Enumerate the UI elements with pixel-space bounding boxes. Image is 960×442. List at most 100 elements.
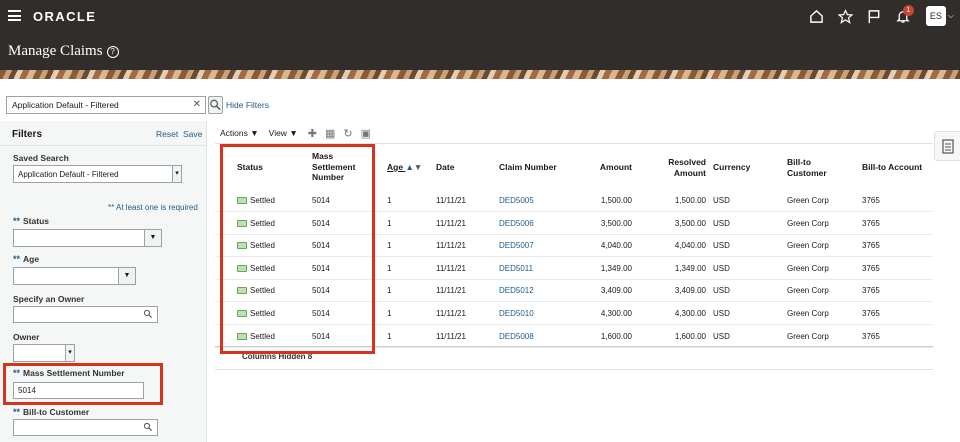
cell-bill-to-account: 3765 bbox=[862, 331, 880, 341]
sort-ascending-icon[interactable]: ▲ bbox=[405, 162, 413, 173]
column-header-bill-to-account[interactable]: Bill-to Account bbox=[862, 162, 922, 173]
cell-resolved-amount: 3,500.00 bbox=[674, 218, 706, 228]
required-mark: ** bbox=[13, 254, 21, 264]
owner-label: Owner bbox=[13, 332, 40, 342]
age-label: ** Age bbox=[13, 254, 39, 264]
highlight-status-mass-columns bbox=[220, 144, 375, 354]
cell-bill-to-account: 3765 bbox=[862, 196, 880, 205]
cell-date: 11/11/21 bbox=[436, 286, 466, 296]
cell-resolved-amount: 4,040.00 bbox=[674, 241, 706, 251]
column-header-bill-to-customer[interactable]: Bill-to Customer bbox=[787, 157, 827, 178]
cell-claim-number-link[interactable]: DED5008 bbox=[499, 332, 534, 341]
chevron-down-icon[interactable]: ▼ bbox=[118, 268, 135, 284]
chevron-down-icon[interactable]: ▾ bbox=[172, 166, 181, 182]
cell-bill-to-customer: Green Corp bbox=[787, 286, 829, 296]
column-header-text: Resolved bbox=[668, 157, 706, 167]
avatar[interactable]: ES bbox=[925, 6, 946, 26]
favorites-star-icon[interactable] bbox=[831, 0, 860, 32]
cell-amount: 1,500.00 bbox=[600, 196, 632, 205]
menu-icon[interactable] bbox=[8, 10, 21, 21]
cell-currency: USD bbox=[713, 241, 730, 251]
clear-icon[interactable]: ✕ bbox=[193, 99, 201, 110]
saved-search-input[interactable]: Application Default - Filtered ✕ bbox=[6, 96, 206, 114]
reset-link[interactable]: Reset bbox=[156, 129, 178, 139]
save-link[interactable]: Save bbox=[183, 129, 202, 139]
cell-age: 1 bbox=[387, 241, 392, 251]
column-header-date[interactable]: Date bbox=[436, 162, 454, 173]
bill-to-customer-label: ** Bill-to Customer bbox=[13, 407, 89, 417]
cell-bill-to-customer: Green Corp bbox=[787, 241, 829, 251]
cell-claim-number-link[interactable]: DED5005 bbox=[499, 196, 534, 205]
cell-bill-to-customer: Green Corp bbox=[787, 218, 829, 228]
status-select[interactable]: ▼ bbox=[13, 229, 162, 247]
cell-resolved-amount: 3,409.00 bbox=[674, 286, 706, 296]
user-menu[interactable]: ES ⌵ bbox=[925, 6, 954, 26]
cell-claim-number-link[interactable]: DED5010 bbox=[499, 309, 534, 318]
search-icon bbox=[210, 99, 221, 111]
detach-icon[interactable]: ▣ bbox=[361, 127, 371, 140]
chevron-down-icon[interactable]: ▼ bbox=[144, 230, 161, 246]
cell-bill-to-customer: Green Corp bbox=[787, 331, 829, 341]
saved-search-select[interactable]: Application Default - Filtered ▾ bbox=[13, 165, 182, 183]
side-panel-tab[interactable] bbox=[934, 131, 960, 161]
help-icon[interactable]: ? bbox=[106, 46, 119, 58]
cell-amount: 3,500.00 bbox=[600, 218, 632, 228]
add-icon[interactable]: ✚ bbox=[308, 127, 317, 140]
age-label-text: Age bbox=[23, 254, 40, 264]
notification-count-badge: 1 bbox=[902, 5, 914, 16]
cell-resolved-amount: 1,500.00 bbox=[674, 196, 706, 205]
cell-claim-number-link[interactable]: DED5007 bbox=[499, 241, 534, 250]
page-title-text: Manage Claims bbox=[8, 43, 103, 59]
column-header-claim-number[interactable]: Claim Number bbox=[499, 162, 557, 173]
age-select[interactable]: ▼ bbox=[13, 267, 136, 285]
watchlist-flag-icon[interactable] bbox=[860, 0, 889, 32]
column-header-text: Amount bbox=[673, 167, 706, 178]
notifications-bell-icon[interactable]: 1 bbox=[889, 0, 918, 32]
cell-bill-to-account: 3765 bbox=[862, 286, 880, 296]
caret-down-icon: ▼ bbox=[250, 128, 259, 138]
chevron-down-icon[interactable]: ▾ bbox=[65, 345, 74, 361]
search-icon[interactable] bbox=[143, 422, 153, 432]
sort-descending-icon[interactable]: ▼ bbox=[414, 162, 422, 173]
cell-resolved-amount: 4,300.00 bbox=[674, 309, 706, 318]
search-icon[interactable] bbox=[143, 309, 153, 319]
status-label: ** Status bbox=[13, 216, 49, 226]
cell-date: 11/11/21 bbox=[436, 218, 466, 228]
view-menu[interactable]: View ▼ bbox=[269, 128, 298, 138]
column-header-age[interactable]: Age ▲▼ bbox=[387, 162, 422, 173]
actions-menu[interactable]: Actions ▼ bbox=[220, 128, 259, 138]
cell-amount: 3,409.00 bbox=[600, 286, 632, 296]
column-header-resolved-amount[interactable]: Resolved Amount bbox=[640, 157, 706, 178]
cell-bill-to-account: 3765 bbox=[862, 263, 880, 273]
cell-age: 1 bbox=[387, 263, 392, 273]
decorative-banner bbox=[0, 70, 960, 79]
bill-to-customer-input[interactable] bbox=[13, 419, 158, 436]
mass-update-icon[interactable]: ▦ bbox=[325, 127, 335, 140]
specify-owner-input[interactable] bbox=[13, 306, 158, 323]
chevron-down-icon: ⌵ bbox=[947, 11, 954, 20]
cell-claim-number-link[interactable]: DED5006 bbox=[499, 219, 534, 228]
cell-currency: USD bbox=[713, 263, 730, 273]
owner-select[interactable]: ▾ bbox=[13, 344, 75, 362]
cell-bill-to-customer: Green Corp bbox=[787, 196, 829, 205]
cell-age: 1 bbox=[387, 218, 392, 228]
cell-resolved-amount: 1,349.00 bbox=[674, 263, 706, 273]
column-header-text: Customer bbox=[787, 167, 827, 178]
cell-age: 1 bbox=[387, 331, 392, 341]
cell-currency: USD bbox=[713, 309, 730, 318]
column-header-amount[interactable]: Amount bbox=[570, 162, 632, 173]
cell-age: 1 bbox=[387, 309, 392, 318]
cell-claim-number-link[interactable]: DED5012 bbox=[499, 286, 534, 295]
document-icon bbox=[942, 139, 954, 154]
cell-currency: USD bbox=[713, 218, 730, 228]
column-header-text: Bill-to bbox=[787, 157, 812, 167]
home-icon[interactable] bbox=[802, 0, 831, 32]
cell-date: 11/11/21 bbox=[436, 263, 466, 273]
column-header-currency[interactable]: Currency bbox=[713, 162, 750, 173]
hide-filters-link[interactable]: Hide Filters bbox=[226, 100, 269, 110]
cell-claim-number-link[interactable]: DED5011 bbox=[499, 264, 533, 273]
oracle-logo[interactable]: ORACLE bbox=[33, 9, 96, 24]
search-button[interactable] bbox=[208, 96, 223, 114]
refresh-icon[interactable]: ↻ bbox=[343, 127, 352, 140]
cell-amount: 1,349.00 bbox=[600, 263, 632, 273]
